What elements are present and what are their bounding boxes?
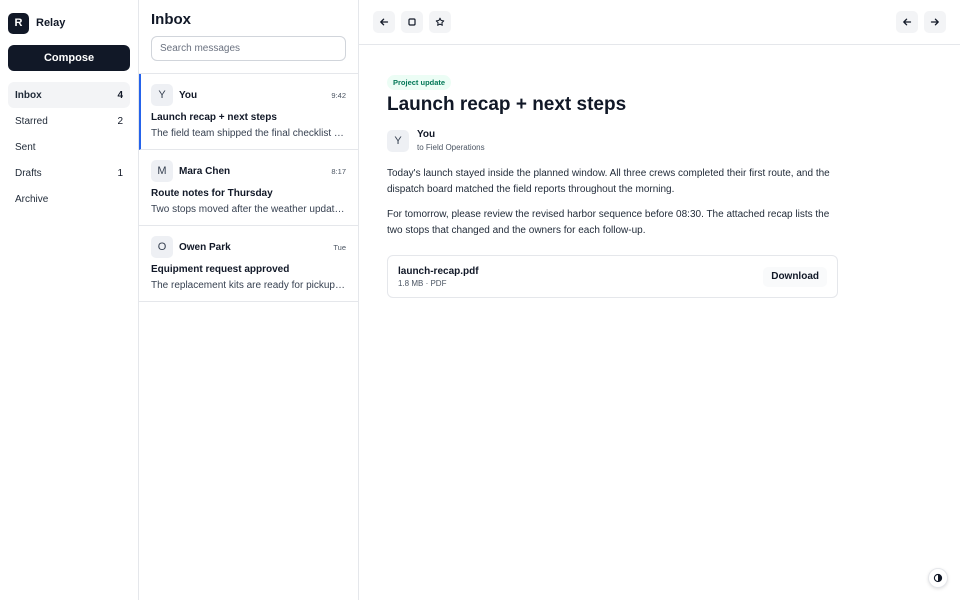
message-sender: Mara Chen bbox=[179, 165, 231, 177]
download-button[interactable]: Download bbox=[763, 266, 827, 287]
unread-count: 4 bbox=[117, 89, 123, 101]
message-subject: Route notes for Thursday bbox=[151, 188, 273, 199]
star-button[interactable] bbox=[429, 11, 451, 33]
message-list-item[interactable]: Y You 9:42 Launch recap + next steps The… bbox=[139, 74, 358, 150]
unread-count: 1 bbox=[117, 167, 123, 179]
unread-count: 2 bbox=[117, 115, 123, 127]
previous-message-button[interactable] bbox=[896, 11, 918, 33]
avatar: M bbox=[151, 160, 173, 182]
message-content: Project update Launch recap + next steps… bbox=[359, 45, 960, 298]
project-tag: Project update bbox=[387, 75, 452, 90]
message-paragraph: For tomorrow, please review the revised … bbox=[387, 209, 830, 236]
sidebar-item-starred[interactable]: Starred 2 bbox=[8, 108, 130, 134]
message-meta: Y You 9:42 bbox=[151, 84, 346, 106]
message-time: 9:42 bbox=[331, 90, 346, 100]
message-reader: Project update Launch recap + next steps… bbox=[359, 0, 960, 600]
sidebar-item-label: Starred bbox=[15, 115, 48, 127]
message-list-pane: Inbox Y You 9:42 Launch recap + next ste… bbox=[139, 0, 359, 600]
sidebar: R Relay Compose Inbox 4 Starred 2 Sent D… bbox=[0, 0, 139, 600]
message-paragraph: Today's launch stayed inside the planned… bbox=[387, 168, 830, 195]
message-time: Tue bbox=[333, 242, 346, 252]
arrow-right-icon bbox=[930, 18, 939, 26]
arrow-left-icon bbox=[903, 18, 912, 26]
sidebar-item-label: Inbox bbox=[15, 89, 42, 101]
list-header: Inbox bbox=[139, 0, 358, 74]
recipient-line: to Field Operations bbox=[417, 143, 485, 152]
message-preview: Two stops moved after the weather update… bbox=[151, 204, 346, 215]
sidebar-item-drafts[interactable]: Drafts 1 bbox=[8, 160, 130, 186]
back-button[interactable] bbox=[373, 11, 395, 33]
contrast-icon bbox=[933, 573, 943, 583]
sidebar-item-label: Drafts bbox=[15, 167, 42, 179]
avatar: O bbox=[151, 236, 173, 258]
message-subject-heading: Launch recap + next steps bbox=[387, 94, 627, 115]
attachment-card: launch-recap.pdf 1.8 MB · PDF Download bbox=[387, 255, 838, 298]
message-list-item[interactable]: O Owen Park Tue Equipment request approv… bbox=[139, 226, 358, 302]
star-icon bbox=[435, 17, 445, 26]
message-preview: The replacement kits are ready for picku… bbox=[151, 280, 346, 291]
message-subject: Launch recap + next steps bbox=[151, 112, 277, 123]
message-time: 8:17 bbox=[331, 166, 346, 176]
archive-button[interactable] bbox=[401, 11, 423, 33]
app-name: Relay bbox=[36, 17, 66, 29]
message-meta: O Owen Park Tue bbox=[151, 236, 346, 258]
sender-name: You bbox=[417, 129, 436, 140]
attachment-meta: 1.8 MB · PDF bbox=[398, 278, 447, 288]
app-window: R Relay Compose Inbox 4 Starred 2 Sent D… bbox=[0, 0, 960, 600]
avatar: Y bbox=[387, 130, 409, 152]
message-actions bbox=[373, 11, 451, 33]
message-meta: M Mara Chen 8:17 bbox=[151, 160, 346, 182]
app-logo: R bbox=[8, 12, 29, 34]
square-icon bbox=[408, 18, 416, 26]
theme-toggle-button[interactable] bbox=[928, 568, 948, 588]
folder-nav: Inbox 4 Starred 2 Sent Drafts 1 Archive bbox=[8, 82, 130, 212]
arrow-left-icon bbox=[380, 18, 389, 26]
message-sender: You bbox=[179, 89, 198, 101]
reader-toolbar bbox=[359, 0, 960, 45]
message-sender: Owen Park bbox=[179, 241, 231, 253]
sender-details: You to Field Operations bbox=[417, 129, 485, 153]
message-preview: The field team shipped the final checkli… bbox=[151, 128, 346, 139]
list-title: Inbox bbox=[151, 11, 191, 28]
sidebar-item-sent[interactable]: Sent bbox=[8, 134, 130, 160]
sidebar-item-label: Sent bbox=[15, 141, 36, 153]
compose-button[interactable]: Compose bbox=[8, 45, 130, 71]
sidebar-item-archive[interactable]: Archive bbox=[8, 186, 130, 212]
message-subject: Equipment request approved bbox=[151, 264, 290, 275]
attachment-info: launch-recap.pdf 1.8 MB · PDF bbox=[398, 265, 479, 289]
next-message-button[interactable] bbox=[924, 11, 946, 33]
message-list-item[interactable]: M Mara Chen 8:17 Route notes for Thursda… bbox=[139, 150, 358, 226]
message-navigation bbox=[896, 11, 946, 33]
sidebar-item-inbox[interactable]: Inbox 4 bbox=[8, 82, 130, 108]
brand: R Relay bbox=[8, 12, 130, 34]
avatar: Y bbox=[151, 84, 173, 106]
sender-block: Y You to Field Operations bbox=[387, 129, 932, 153]
search-input[interactable] bbox=[151, 36, 346, 61]
sidebar-item-label: Archive bbox=[15, 193, 49, 205]
attachment-name: launch-recap.pdf bbox=[398, 265, 479, 277]
